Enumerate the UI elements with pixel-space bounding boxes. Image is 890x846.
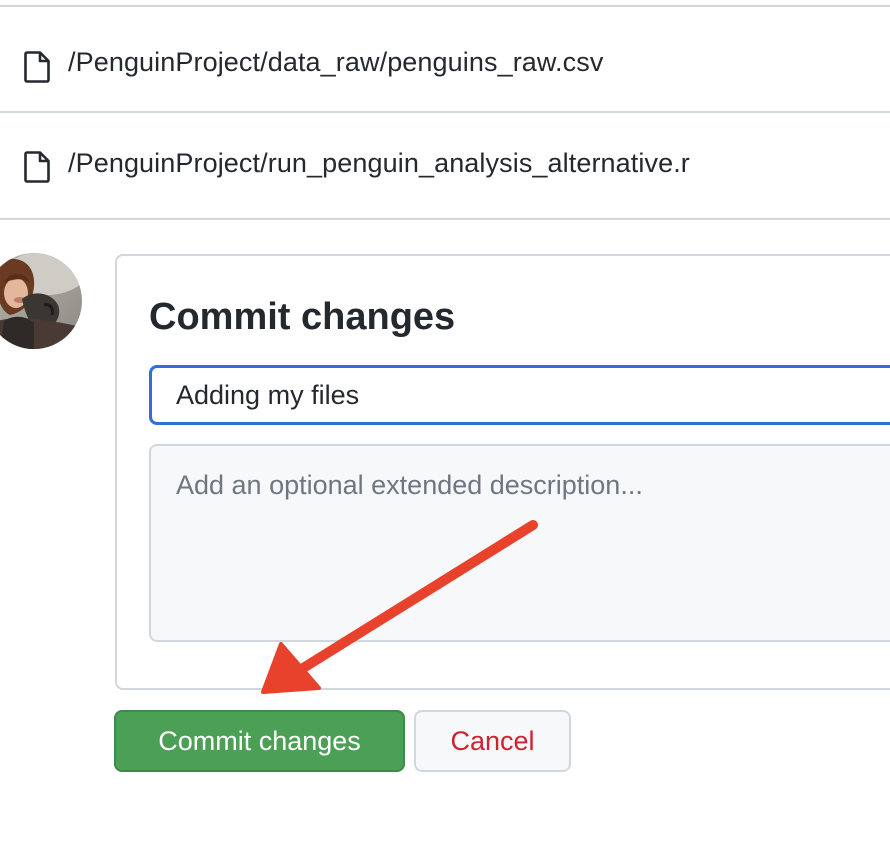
commit-summary-input[interactable]: [149, 365, 890, 425]
file-row[interactable]: /PenguinProject/data_raw/penguins_raw.cs…: [0, 6, 890, 112]
commit-description-input[interactable]: [149, 444, 890, 642]
commit-page: /PenguinProject/data_raw/penguins_raw.cs…: [0, 0, 890, 846]
divider: [0, 218, 890, 220]
avatar-photo: [0, 253, 82, 349]
commit-button[interactable]: Commit changes: [114, 710, 405, 772]
file-row[interactable]: /PenguinProject/run_penguin_analysis_alt…: [0, 113, 890, 219]
file-icon: [24, 51, 50, 83]
file-path[interactable]: /PenguinProject/run_penguin_analysis_alt…: [68, 148, 690, 179]
commit-title: Commit changes: [149, 296, 456, 338]
avatar[interactable]: [0, 253, 82, 349]
file-path[interactable]: /PenguinProject/data_raw/penguins_raw.cs…: [68, 47, 603, 78]
cancel-button[interactable]: Cancel: [414, 710, 571, 772]
file-icon: [24, 151, 50, 183]
